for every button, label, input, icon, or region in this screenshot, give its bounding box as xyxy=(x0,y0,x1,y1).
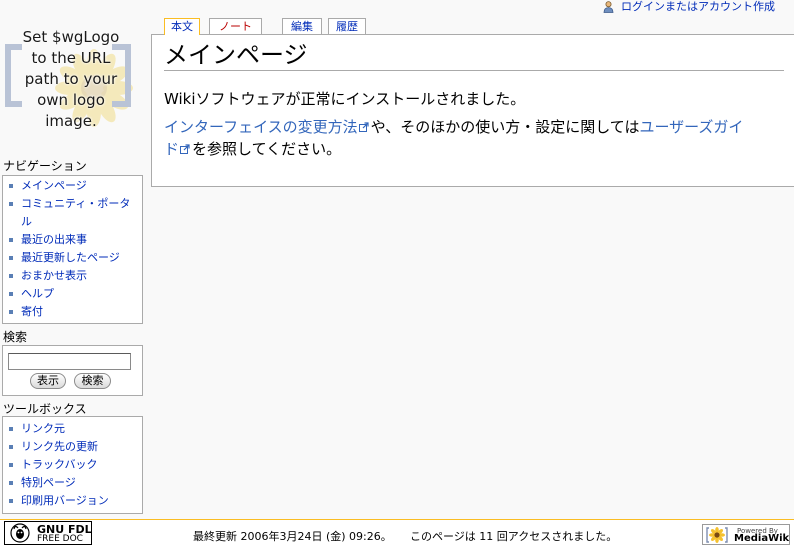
footer: GNU FDL FREE DOC 最終更新 2006年3月24日 (金) 09:… xyxy=(0,519,794,545)
help-message-text: を参照してください。 xyxy=(192,140,342,158)
toolbox-box: リンク元 リンク先の更新 トラックバック 特別ページ 印刷用バージョン xyxy=(2,416,143,514)
nav-item-community-portal: コミュニティ・ポータル xyxy=(3,195,136,231)
nav-item-recent-changes: 最近更新したページ xyxy=(3,249,136,267)
tab-edit[interactable]: 編集 xyxy=(282,18,322,34)
bullet-icon xyxy=(9,427,13,431)
login-link[interactable]: ログインまたはアカウント作成 xyxy=(621,0,775,13)
logo-text-line: Set $wgLogo xyxy=(22,28,120,46)
bullet-icon xyxy=(9,481,13,485)
logo-text: Set $wgLogo to the URL path to your own … xyxy=(0,27,142,132)
search-input[interactable] xyxy=(8,353,131,370)
toolbox-list: リンク元 リンク先の更新 トラックバック 特別ページ 印刷用バージョン xyxy=(3,420,142,510)
gnu-head-icon xyxy=(10,523,30,543)
install-message: Wikiソフトウェアが正常にインストールされました。 xyxy=(164,90,526,108)
bullet-icon xyxy=(9,184,13,188)
nav-link-recent-changes[interactable]: 最近更新したページ xyxy=(21,251,120,264)
site-logo[interactable]: Set $wgLogo to the URL path to your own … xyxy=(0,0,142,140)
external-link-icon xyxy=(180,144,190,154)
toolbox-link-special-pages[interactable]: 特別ページ xyxy=(21,476,76,489)
bullet-icon xyxy=(9,310,13,314)
navigation-box: メインページ コミュニティ・ポータル 最近の出来事 最近更新したページ おまかせ… xyxy=(2,175,143,324)
toolbox-heading: ツールボックス xyxy=(3,402,87,416)
nav-link-random-page[interactable]: おまかせ表示 xyxy=(21,269,87,282)
link-text: インターフェイスの変更方法 xyxy=(164,118,358,136)
toolbox-item-printable-version: 印刷用バージョン xyxy=(3,492,136,510)
external-link-icon xyxy=(358,122,369,132)
nav-link-main-page[interactable]: メインページ xyxy=(21,179,87,192)
nav-item-current-events: 最近の出来事 xyxy=(3,231,136,249)
navigation-heading: ナビゲーション xyxy=(3,159,87,173)
logo-text-line: image. xyxy=(45,112,97,130)
powered-by-mediawiki-badge[interactable]: Powered By MediaWiki xyxy=(702,524,790,545)
bullet-icon xyxy=(9,256,13,260)
nav-item-random-page: おまかせ表示 xyxy=(3,267,136,285)
tab-talk[interactable]: ノート xyxy=(209,18,262,34)
nav-link-community-portal[interactable]: コミュニティ・ポータル xyxy=(21,197,130,228)
bullet-icon xyxy=(9,445,13,449)
logo-text-line: own logo xyxy=(37,91,105,109)
badge-line: MediaWiki xyxy=(734,533,790,544)
nav-link-help[interactable]: ヘルプ xyxy=(21,287,54,300)
user-icon xyxy=(603,0,614,13)
go-button[interactable]: 表示 xyxy=(30,373,66,389)
toolbox-item-what-links-here: リンク元 xyxy=(3,420,136,438)
search-button[interactable]: 検索 xyxy=(74,373,111,389)
toolbox-item-trackback: トラックバック xyxy=(3,456,136,474)
wiki-page: ログインまたはアカウント作成 Set $wgLogo to the URL pa… xyxy=(0,0,794,545)
help-message: インターフェイスの変更方法 や、そのほかの使い方・設定に関してはユーザーズガイドを… xyxy=(164,116,754,160)
bullet-icon xyxy=(9,292,13,296)
bullet-icon xyxy=(9,202,13,206)
view-count: このページは 11 回アクセスされました。 xyxy=(410,530,618,543)
search-box: 表示 検索 xyxy=(2,345,143,396)
nav-item-donate: 寄付 xyxy=(3,303,136,321)
logo-text-line: to the URL xyxy=(31,49,111,67)
toolbox-item-related-changes: リンク先の更新 xyxy=(3,438,136,456)
toolbox-link-related-changes[interactable]: リンク先の更新 xyxy=(21,440,98,453)
bullet-icon xyxy=(9,238,13,242)
tab-history[interactable]: 履歴 xyxy=(328,18,366,34)
nav-item-main-page: メインページ xyxy=(3,177,136,195)
toolbox-item-special-pages: 特別ページ xyxy=(3,474,136,492)
mediawiki-sunflower-icon xyxy=(706,527,728,543)
toolbox-link-printable-version[interactable]: 印刷用バージョン xyxy=(21,494,109,507)
gnu-fdl-badge[interactable]: GNU FDL FREE DOC xyxy=(4,521,92,545)
personal-tools: ログインまたはアカウント作成 xyxy=(603,0,775,13)
bullet-icon xyxy=(9,274,13,278)
toolbox-link-trackback[interactable]: トラックバック xyxy=(21,458,97,471)
nav-link-donate[interactable]: 寄付 xyxy=(21,305,43,318)
last-modified: 最終更新 2006年3月24日 (金) 09:26。 xyxy=(193,530,392,543)
bullet-icon xyxy=(9,463,13,467)
content-area: メインページ Wikiソフトウェアが正常にインストールされました。 インターフェ… xyxy=(151,34,794,187)
help-message-text: や、そのほかの使い方・設定に関しては xyxy=(370,118,640,136)
navigation-list: メインページ コミュニティ・ポータル 最近の出来事 最近更新したページ おまかせ… xyxy=(3,177,142,321)
badge-line: FREE DOC xyxy=(37,534,83,544)
interface-customization-link[interactable]: インターフェイスの変更方法 xyxy=(164,118,371,136)
nav-link-current-events[interactable]: 最近の出来事 xyxy=(21,233,87,246)
page-title: メインページ xyxy=(164,41,784,71)
search-heading: 検索 xyxy=(3,330,28,344)
toolbox-link-what-links-here[interactable]: リンク元 xyxy=(21,422,65,435)
bullet-icon xyxy=(9,499,13,503)
logo-text-line: path to your xyxy=(24,70,118,88)
tab-article[interactable]: 本文 xyxy=(164,18,200,35)
nav-item-help: ヘルプ xyxy=(3,285,136,303)
